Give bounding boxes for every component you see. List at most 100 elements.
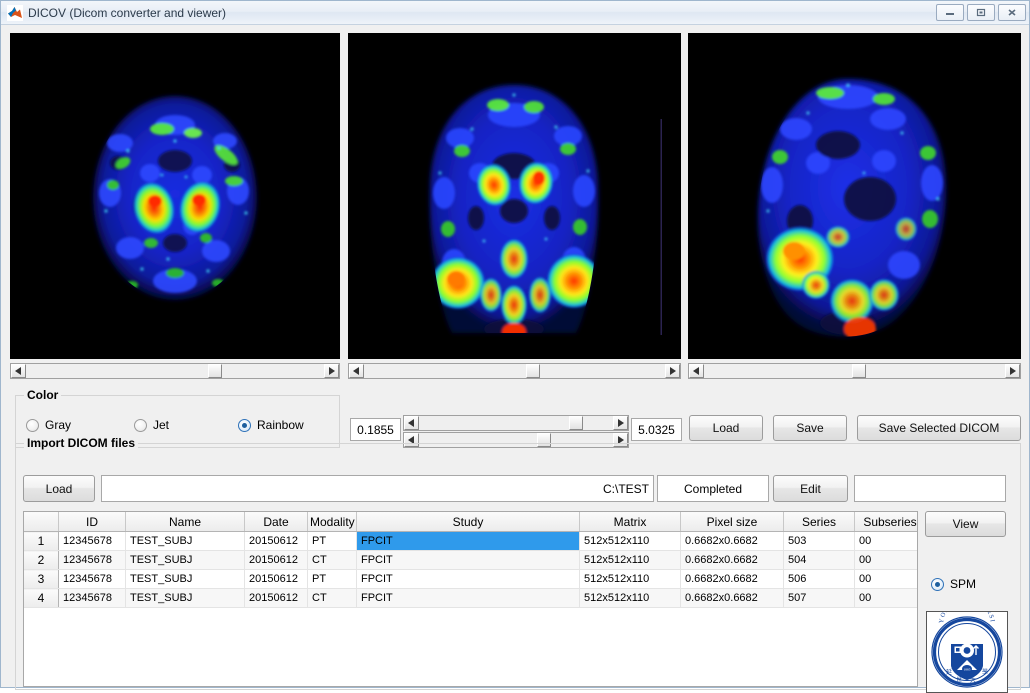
table-header-corner[interactable] [24, 512, 59, 532]
cell-date[interactable]: 20150612 [244, 588, 308, 608]
cell-study[interactable]: FPCIT [356, 588, 580, 608]
radio-jet-label: Jet [153, 418, 170, 432]
dicom-table-grid: ID Name Date Modality Study Matrix Pixel… [24, 512, 917, 608]
cell-matrix[interactable]: 512x512x110 [579, 588, 681, 608]
table-header-study[interactable]: Study [356, 512, 580, 532]
radio-jet-dot [134, 418, 147, 432]
cell-name[interactable]: TEST_SUBJ [125, 569, 245, 589]
cell-id[interactable]: 12345678 [58, 588, 126, 608]
axial-slice-scrollbar[interactable] [10, 363, 340, 379]
import-path-field[interactable]: C:\TEST [101, 475, 654, 502]
cell-matrix[interactable]: 512x512x110 [579, 550, 681, 570]
cell-series[interactable]: 507 [783, 588, 855, 608]
radio-rainbow[interactable]: Rainbow [238, 418, 304, 432]
table-header-date[interactable]: Date [244, 512, 308, 532]
color-group-title: Color [24, 388, 62, 402]
cell-id[interactable]: 12345678 [58, 569, 126, 589]
cell-subseries[interactable]: 00 [854, 588, 917, 608]
cell-pixel-size[interactable]: 0.6682x0.6682 [680, 588, 784, 608]
scroll-right-arrow-sagittal[interactable] [1005, 364, 1020, 378]
scroll-right-arrow-axial[interactable] [324, 364, 339, 378]
row-number: 1 [24, 531, 59, 551]
cell-id[interactable]: 12345678 [58, 531, 126, 551]
radio-gray[interactable]: Gray [26, 418, 71, 432]
window-min-slider-thumb[interactable] [569, 416, 583, 430]
coronal-brain-image [348, 33, 681, 359]
scroll-left-arrow-sagittal[interactable] [689, 364, 704, 378]
cell-study[interactable]: FPCIT [356, 569, 580, 589]
axial-scroll-thumb[interactable] [208, 364, 222, 378]
view-button[interactable]: View [925, 511, 1006, 537]
cell-series[interactable]: 504 [783, 550, 855, 570]
minimize-button[interactable] [936, 4, 964, 21]
sagittal-scroll-thumb[interactable] [852, 364, 866, 378]
cell-subseries[interactable]: 00 [854, 531, 917, 551]
scroll-left-arrow-coronal[interactable] [349, 364, 364, 378]
window-min-slider-right-arrow[interactable] [613, 416, 628, 430]
table-header-modality[interactable]: Modality [307, 512, 357, 532]
cell-name[interactable]: TEST_SUBJ [125, 588, 245, 608]
cell-modality[interactable]: PT [307, 531, 357, 551]
cell-pixel-size[interactable]: 0.6682x0.6682 [680, 531, 784, 551]
cell-pixel-size[interactable]: 0.6682x0.6682 [680, 550, 784, 570]
table-header-id[interactable]: ID [58, 512, 126, 532]
window-max-field[interactable]: 5.0325 [631, 418, 682, 441]
coronal-view[interactable] [348, 33, 681, 359]
cell-modality[interactable]: CT [307, 588, 357, 608]
app-window: DICOV (Dicom converter and viewer) Color… [0, 0, 1030, 693]
coronal-scroll-thumb[interactable] [526, 364, 540, 378]
cell-modality[interactable]: CT [307, 550, 357, 570]
scroll-left-arrow-axial[interactable] [11, 364, 26, 378]
cell-date[interactable]: 20150612 [244, 569, 308, 589]
cell-pixel-size[interactable]: 0.6682x0.6682 [680, 569, 784, 589]
window-min-slider-left-arrow[interactable] [404, 416, 419, 430]
save-volume-button[interactable]: Save [773, 415, 847, 441]
window-title: DICOV (Dicom converter and viewer) [28, 5, 227, 20]
cell-series[interactable]: 506 [783, 569, 855, 589]
cell-modality[interactable]: PT [307, 569, 357, 589]
radio-spm[interactable]: SPM [931, 577, 976, 591]
dicom-table[interactable]: ID Name Date Modality Study Matrix Pixel… [23, 511, 918, 687]
axial-view[interactable] [10, 33, 340, 359]
cell-matrix[interactable]: 512x512x110 [579, 569, 681, 589]
table-header-series[interactable]: Series [783, 512, 855, 532]
cell-subseries[interactable]: 00 [854, 569, 917, 589]
cell-date[interactable]: 20150612 [244, 550, 308, 570]
import-group-title: Import DICOM files [24, 436, 139, 450]
close-button[interactable] [998, 4, 1026, 21]
sagittal-view[interactable] [688, 33, 1021, 359]
cell-series[interactable]: 503 [783, 531, 855, 551]
cell-study[interactable]: FPCIT [356, 531, 580, 551]
cell-name[interactable]: TEST_SUBJ [125, 531, 245, 551]
table-row[interactable]: 2 12345678 TEST_SUBJ 20150612 CT FPCIT 5… [24, 550, 917, 570]
cell-date[interactable]: 20150612 [244, 531, 308, 551]
edit-button[interactable]: Edit [773, 475, 848, 502]
scroll-right-arrow-coronal[interactable] [665, 364, 680, 378]
coronal-scroll-track[interactable] [364, 364, 665, 378]
sagittal-slice-scrollbar[interactable] [688, 363, 1021, 379]
import-extra-field[interactable] [854, 475, 1006, 502]
import-load-button[interactable]: Load [23, 475, 95, 502]
cell-id[interactable]: 12345678 [58, 550, 126, 570]
window-min-field[interactable]: 0.1855 [350, 418, 401, 441]
restore-button[interactable] [967, 4, 995, 21]
radio-jet[interactable]: Jet [134, 418, 169, 432]
table-row[interactable]: 4 12345678 TEST_SUBJ 20150612 CT FPCIT 5… [24, 588, 917, 608]
cell-name[interactable]: TEST_SUBJ [125, 550, 245, 570]
load-volume-button[interactable]: Load [689, 415, 763, 441]
table-row[interactable]: 1 12345678 TEST_SUBJ 20150612 PT FPCIT 5… [24, 531, 917, 551]
sagittal-scroll-track[interactable] [704, 364, 1005, 378]
window-min-slider-track[interactable] [419, 416, 613, 430]
coronal-slice-scrollbar[interactable] [348, 363, 681, 379]
cell-study[interactable]: FPCIT [356, 550, 580, 570]
table-header-name[interactable]: Name [125, 512, 245, 532]
cell-subseries[interactable]: 00 [854, 550, 917, 570]
table-header-subseries[interactable]: Subseries [854, 512, 917, 532]
window-min-slider[interactable] [403, 415, 629, 431]
save-selected-dicom-button[interactable]: Save Selected DICOM [857, 415, 1021, 441]
table-header-matrix[interactable]: Matrix [579, 512, 681, 532]
table-row[interactable]: 3 12345678 TEST_SUBJ 20150612 PT FPCIT 5… [24, 569, 917, 589]
axial-scroll-track[interactable] [26, 364, 324, 378]
cell-matrix[interactable]: 512x512x110 [579, 531, 681, 551]
table-header-pixel-size[interactable]: Pixel size [680, 512, 784, 532]
